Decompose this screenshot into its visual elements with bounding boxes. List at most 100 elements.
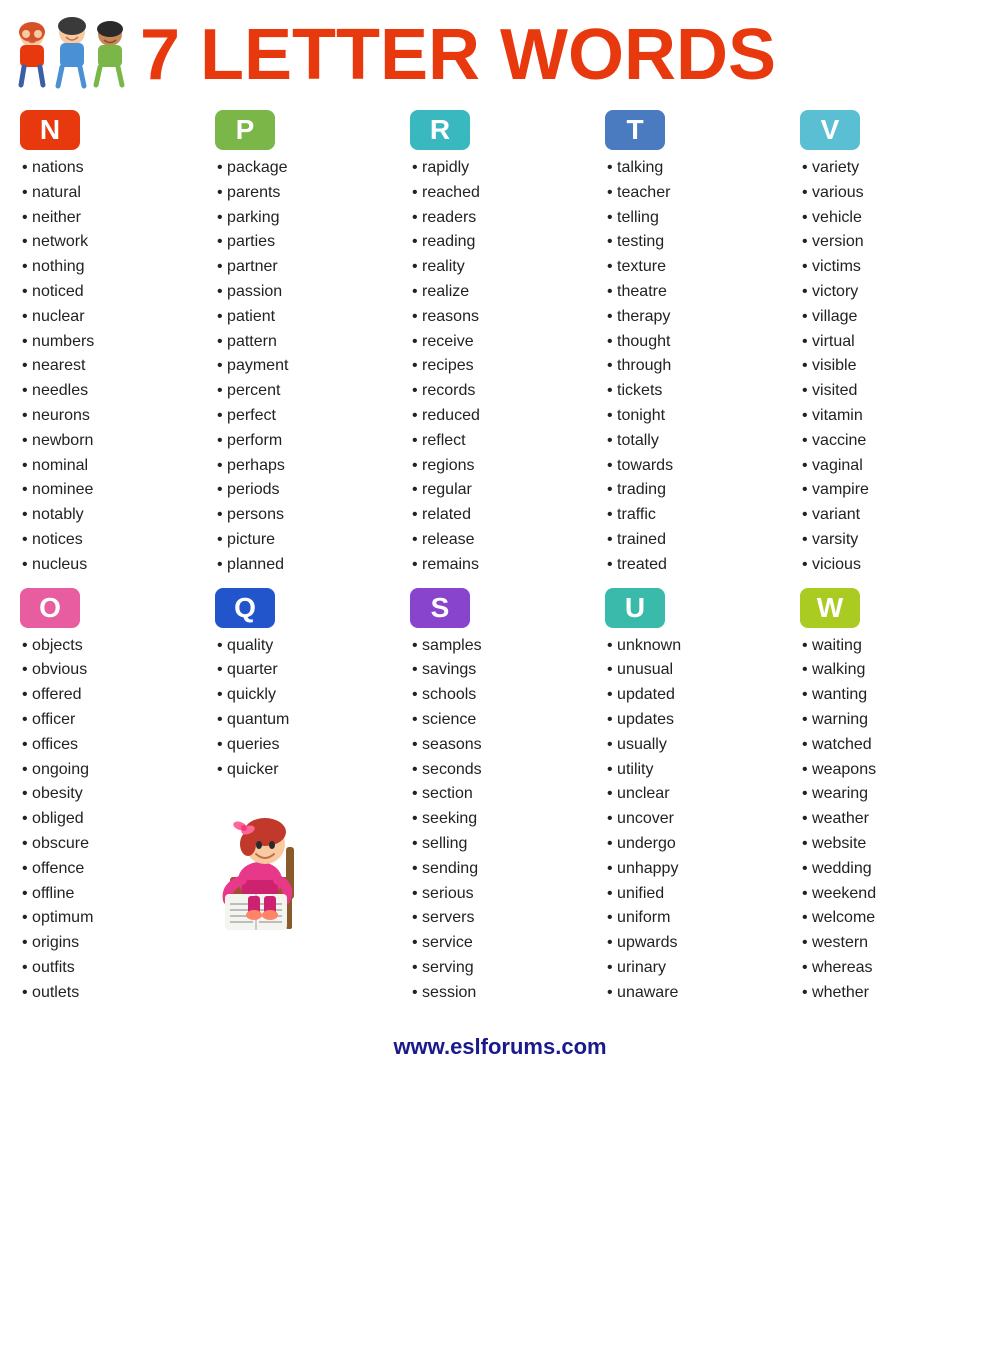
list-item: queries xyxy=(215,733,395,758)
list-item: ongoing xyxy=(20,758,200,783)
letter-badge-w: W xyxy=(800,588,860,628)
letter-section-r: Rrapidlyreachedreadersreadingrealityreal… xyxy=(405,110,595,588)
list-item: various xyxy=(800,181,980,206)
list-item: therapy xyxy=(605,305,785,330)
list-item: weapons xyxy=(800,758,980,783)
list-item: testing xyxy=(605,230,785,255)
list-item: servers xyxy=(410,906,590,931)
list-item: unaware xyxy=(605,981,785,1006)
list-item: nations xyxy=(20,156,200,181)
list-item: nucleus xyxy=(20,553,200,578)
list-item: western xyxy=(800,931,980,956)
word-list-p: packageparentsparkingpartiespartnerpassi… xyxy=(215,156,395,578)
list-item: serious xyxy=(410,882,590,907)
list-item: quickly xyxy=(215,683,395,708)
list-item: offered xyxy=(20,683,200,708)
list-item: tonight xyxy=(605,404,785,429)
list-item: regions xyxy=(410,454,590,479)
list-item: remains xyxy=(410,553,590,578)
footer-url: www.eslforums.com xyxy=(0,1026,1000,1072)
list-item: watched xyxy=(800,733,980,758)
list-item: quantum xyxy=(215,708,395,733)
list-item: treated xyxy=(605,553,785,578)
list-item: partner xyxy=(215,255,395,280)
list-item: seconds xyxy=(410,758,590,783)
list-item: receive xyxy=(410,330,590,355)
letter-section-n: Nnationsnaturalneithernetworknothingnoti… xyxy=(15,110,205,588)
reading-girl-illustration xyxy=(210,792,320,932)
list-item: warning xyxy=(800,708,980,733)
list-item: trained xyxy=(605,528,785,553)
list-item: weekend xyxy=(800,882,980,907)
list-item: wedding xyxy=(800,857,980,882)
list-item: unhappy xyxy=(605,857,785,882)
word-list-v: varietyvariousvehicleversionvictimsvicto… xyxy=(800,156,980,578)
letter-badge-p: P xyxy=(215,110,275,150)
list-item: persons xyxy=(215,503,395,528)
list-item: patient xyxy=(215,305,395,330)
list-item: natural xyxy=(20,181,200,206)
list-item: section xyxy=(410,782,590,807)
list-item: variant xyxy=(800,503,980,528)
list-item: traffic xyxy=(605,503,785,528)
letter-section-w: Wwaitingwalkingwantingwarningwatchedweap… xyxy=(795,588,985,1016)
list-item: reduced xyxy=(410,404,590,429)
list-item: seeking xyxy=(410,807,590,832)
list-item: upwards xyxy=(605,931,785,956)
list-item: version xyxy=(800,230,980,255)
list-item: reflect xyxy=(410,429,590,454)
list-item: related xyxy=(410,503,590,528)
list-item: website xyxy=(800,832,980,857)
letter-badge-s: S xyxy=(410,588,470,628)
list-item: offline xyxy=(20,882,200,907)
list-item: parents xyxy=(215,181,395,206)
list-item: officer xyxy=(20,708,200,733)
list-item: welcome xyxy=(800,906,980,931)
letter-section-v: Vvarietyvariousvehicleversionvictimsvict… xyxy=(795,110,985,588)
list-item: recipes xyxy=(410,354,590,379)
letter-badge-n: N xyxy=(20,110,80,150)
list-item: planned xyxy=(215,553,395,578)
list-item: vehicle xyxy=(800,206,980,231)
list-item: realize xyxy=(410,280,590,305)
word-grid: Nnationsnaturalneithernetworknothingnoti… xyxy=(0,105,1000,1026)
list-item: science xyxy=(410,708,590,733)
list-item: nuclear xyxy=(20,305,200,330)
list-item: session xyxy=(410,981,590,1006)
list-item: uncover xyxy=(605,807,785,832)
list-item: pattern xyxy=(215,330,395,355)
list-item: selling xyxy=(410,832,590,857)
kids-mascot xyxy=(10,10,130,100)
letter-badge-q: Q xyxy=(215,588,275,628)
list-item: varsity xyxy=(800,528,980,553)
list-item: outfits xyxy=(20,956,200,981)
list-item: needles xyxy=(20,379,200,404)
list-item: noticed xyxy=(20,280,200,305)
list-item: notably xyxy=(20,503,200,528)
list-item: parties xyxy=(215,230,395,255)
list-item: wanting xyxy=(800,683,980,708)
list-item: origins xyxy=(20,931,200,956)
list-item: towards xyxy=(605,454,785,479)
list-item: visited xyxy=(800,379,980,404)
list-item: weather xyxy=(800,807,980,832)
list-item: unclear xyxy=(605,782,785,807)
letter-badge-u: U xyxy=(605,588,665,628)
list-item: unknown xyxy=(605,634,785,659)
list-item: obesity xyxy=(20,782,200,807)
list-item: periods xyxy=(215,478,395,503)
list-item: teacher xyxy=(605,181,785,206)
list-item: updates xyxy=(605,708,785,733)
list-item: totally xyxy=(605,429,785,454)
list-item: reality xyxy=(410,255,590,280)
list-item: release xyxy=(410,528,590,553)
list-item: savings xyxy=(410,658,590,683)
list-item: obscure xyxy=(20,832,200,857)
list-item: urinary xyxy=(605,956,785,981)
word-list-o: objectsobviousofferedofficerofficesongoi… xyxy=(20,634,200,1006)
letter-section-s: Ssamplessavingsschoolsscienceseasonsseco… xyxy=(405,588,595,1016)
list-item: vaginal xyxy=(800,454,980,479)
list-item: village xyxy=(800,305,980,330)
list-item: schools xyxy=(410,683,590,708)
list-item: variety xyxy=(800,156,980,181)
